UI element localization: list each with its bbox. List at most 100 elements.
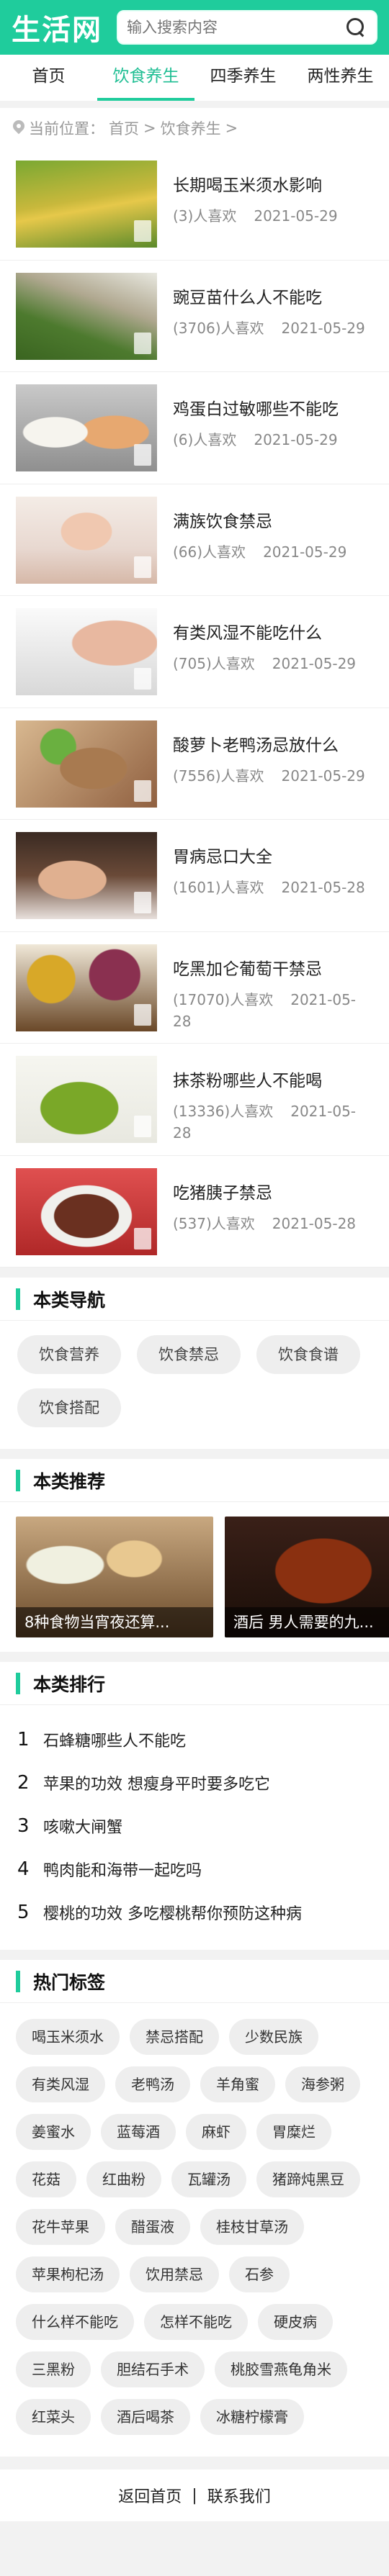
rank-number: 4 — [17, 1858, 30, 1880]
section-title: 热门标签 — [33, 1971, 106, 1993]
article-thumbnail[interactable] — [16, 161, 157, 248]
article-thumbnail[interactable] — [16, 608, 157, 695]
hot-tag[interactable]: 怎样不能吃 — [144, 2304, 248, 2340]
list-item[interactable]: 吃黑加仑葡萄干禁忌 (17070)人喜欢 2021-05-28 — [0, 932, 389, 1044]
hot-tag[interactable]: 红菜头 — [16, 2399, 91, 2435]
rank-item[interactable]: 3 咳嗽大闸蟹 — [17, 1804, 372, 1848]
recommend-caption[interactable]: 8种食物当宵夜还算... — [16, 1607, 213, 1637]
article-title[interactable]: 酸萝卜老鸭汤忌放什么 — [173, 735, 373, 756]
list-item[interactable]: 豌豆苗什么人不能吃 (3706)人喜欢 2021-05-29 — [0, 261, 389, 372]
hot-tag[interactable]: 喝玉米须水 — [16, 2019, 120, 2055]
rank-item[interactable]: 2 苹果的功效 想瘦身平时要多吃它 — [17, 1761, 372, 1804]
category-link[interactable]: 饮食禁忌 — [137, 1335, 241, 1374]
section-title: 本类导航 — [33, 1289, 106, 1311]
hot-tag[interactable]: 猪蹄炖黑豆 — [256, 2161, 360, 2197]
hot-tag[interactable]: 禁忌搭配 — [130, 2019, 219, 2055]
article-title[interactable]: 鸡蛋白过敏哪些不能吃 — [173, 399, 373, 420]
list-item[interactable]: 酸萝卜老鸭汤忌放什么 (7556)人喜欢 2021-05-29 — [0, 708, 389, 820]
rank-title[interactable]: 樱桃的功效 多吃樱桃帮你预防这种病 — [43, 1901, 302, 1924]
hot-tag[interactable]: 红曲粉 — [86, 2161, 161, 2197]
watermark-icon — [134, 779, 151, 802]
hot-tag[interactable]: 花牛苹果 — [16, 2209, 105, 2245]
breadcrumb-home[interactable]: 首页 — [109, 117, 139, 139]
article-likes: (6)人喜欢 — [173, 431, 237, 448]
site-logo[interactable]: 生活网 — [12, 6, 102, 48]
rank-item[interactable]: 4 鸭肉能和海带一起吃吗 — [17, 1848, 372, 1891]
hot-tag[interactable]: 胃糜烂 — [256, 2114, 331, 2150]
hot-tag[interactable]: 石参 — [229, 2256, 290, 2292]
watermark-icon — [134, 444, 151, 466]
list-item[interactable]: 抹茶粉哪些人不能喝 (13336)人喜欢 2021-05-28 — [0, 1044, 389, 1156]
article-thumbnail[interactable] — [16, 496, 157, 584]
article-title[interactable]: 吃黑加仑葡萄干禁忌 — [173, 959, 373, 980]
hot-tag[interactable]: 三黑粉 — [16, 2351, 91, 2387]
list-item[interactable]: 长期喝玉米须水影响 (3)人喜欢 2021-05-29 — [0, 148, 389, 261]
hot-tag[interactable]: 老鸭汤 — [115, 2066, 190, 2102]
list-item[interactable]: 满族饮食禁忌 (66)人喜欢 2021-05-29 — [0, 484, 389, 596]
hot-tag[interactable]: 蓝莓酒 — [101, 2114, 176, 2150]
hot-tag[interactable]: 花菇 — [16, 2161, 76, 2197]
article-thumbnail[interactable] — [16, 384, 157, 471]
article-title[interactable]: 有类风湿不能吃什么 — [173, 623, 373, 644]
article-thumbnail[interactable] — [16, 1167, 157, 1255]
hot-tag[interactable]: 羊角蜜 — [200, 2066, 275, 2102]
nav-sex-health[interactable]: 两性养生 — [292, 55, 389, 101]
list-item[interactable]: 胃病忌口大全 (1601)人喜欢 2021-05-28 — [0, 820, 389, 932]
rank-title[interactable]: 苹果的功效 想瘦身平时要多吃它 — [43, 1771, 270, 1794]
search-box[interactable] — [117, 10, 377, 45]
article-title[interactable]: 抹茶粉哪些人不能喝 — [173, 1070, 373, 1092]
hot-tag[interactable]: 冰糖柠檬膏 — [200, 2399, 304, 2435]
article-thumbnail[interactable] — [16, 272, 157, 360]
article-thumbnail[interactable] — [16, 720, 157, 808]
contact-link[interactable]: 联系我们 — [207, 2484, 271, 2507]
rank-item[interactable]: 1 石蜂糖哪些人不能吃 — [17, 1718, 372, 1761]
article-thumbnail[interactable] — [16, 1056, 157, 1143]
hot-tag[interactable]: 饮用禁忌 — [130, 2256, 219, 2292]
nav-diet[interactable]: 饮食养生 — [97, 55, 194, 101]
back-home-link[interactable]: 返回首页 — [118, 2484, 182, 2507]
hot-tag[interactable]: 少数民族 — [229, 2019, 318, 2055]
category-link[interactable]: 饮食营养 — [17, 1335, 121, 1374]
hot-tag[interactable]: 酒后喝茶 — [101, 2399, 190, 2435]
article-likes: (705)人喜欢 — [173, 655, 255, 672]
article-title[interactable]: 胃病忌口大全 — [173, 846, 373, 868]
article-thumbnail[interactable] — [16, 944, 157, 1031]
watermark-icon — [134, 220, 151, 242]
rank-title[interactable]: 咳嗽大闸蟹 — [43, 1815, 122, 1838]
hot-tag[interactable]: 桃胶雪燕龟角米 — [215, 2351, 347, 2387]
hot-tag[interactable]: 姜蜜水 — [16, 2114, 91, 2150]
recommend-caption[interactable]: 酒后 男人需要的九... — [225, 1607, 389, 1637]
hot-tag[interactable]: 瓦罐汤 — [171, 2161, 246, 2197]
search-icon[interactable] — [344, 16, 367, 39]
hot-tag[interactable]: 桂枝甘草汤 — [200, 2209, 304, 2245]
rank-title[interactable]: 鸭肉能和海带一起吃吗 — [43, 1858, 202, 1881]
article-title[interactable]: 吃猪胰子禁忌 — [173, 1183, 373, 1204]
article-thumbnail[interactable] — [16, 832, 157, 919]
breadcrumb-current[interactable]: 饮食养生 — [161, 117, 221, 139]
recommend-card[interactable]: 酒后 男人需要的九... — [225, 1517, 389, 1637]
hot-tag[interactable]: 什么样不能吃 — [16, 2304, 134, 2340]
category-link[interactable]: 饮食食谱 — [256, 1335, 360, 1374]
nav-home[interactable]: 首页 — [0, 55, 97, 101]
search-input[interactable] — [127, 19, 344, 36]
article-title[interactable]: 长期喝玉米须水影响 — [173, 175, 373, 196]
hot-tag[interactable]: 海参粥 — [285, 2066, 360, 2102]
hot-tag[interactable]: 苹果枸杞汤 — [16, 2256, 120, 2292]
hot-tag[interactable]: 胆结石手术 — [101, 2351, 205, 2387]
nav-seasons[interactable]: 四季养生 — [194, 55, 292, 101]
article-title[interactable]: 满族饮食禁忌 — [173, 511, 373, 533]
hot-tag[interactable]: 麻虾 — [186, 2114, 246, 2150]
watermark-icon — [134, 668, 151, 690]
list-item[interactable]: 鸡蛋白过敏哪些不能吃 (6)人喜欢 2021-05-29 — [0, 372, 389, 484]
hot-tag[interactable]: 有类风湿 — [16, 2066, 105, 2102]
hot-tag[interactable]: 醋蛋液 — [115, 2209, 190, 2245]
rank-title[interactable]: 石蜂糖哪些人不能吃 — [43, 1728, 186, 1751]
article-title[interactable]: 豌豆苗什么人不能吃 — [173, 287, 373, 309]
category-link[interactable]: 饮食搭配 — [17, 1388, 121, 1427]
hot-tag[interactable]: 硬皮病 — [258, 2304, 333, 2340]
list-item[interactable]: 有类风湿不能吃什么 (705)人喜欢 2021-05-29 — [0, 596, 389, 708]
footer-separator: | — [192, 2486, 197, 2505]
recommend-card[interactable]: 8种食物当宵夜还算... — [16, 1517, 213, 1637]
rank-item[interactable]: 5 樱桃的功效 多吃樱桃帮你预防这种病 — [17, 1891, 372, 1934]
list-item[interactable]: 吃猪胰子禁忌 (537)人喜欢 2021-05-28 — [0, 1156, 389, 1267]
